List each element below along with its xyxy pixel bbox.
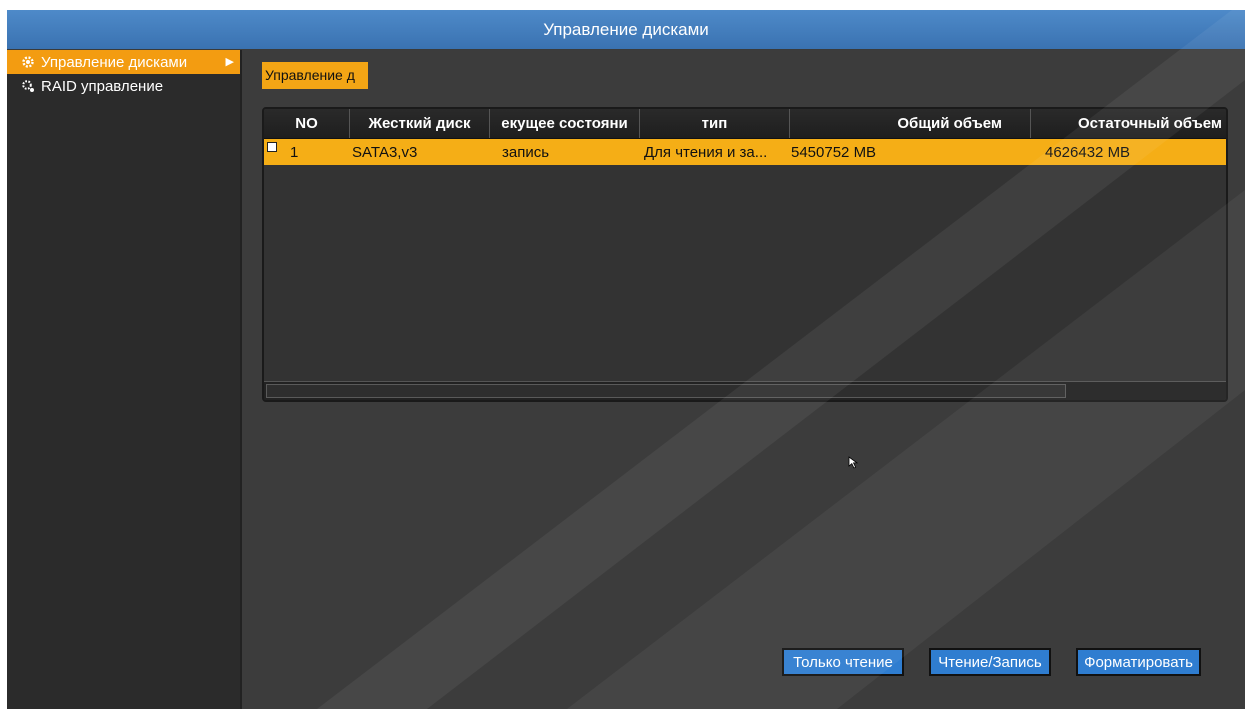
horizontal-scrollbar[interactable] (264, 381, 1226, 400)
read-only-button[interactable]: Только чтение (782, 648, 904, 676)
disk-management-window: Управление дисками Управление дисками ▶ … (7, 10, 1245, 709)
gears-icon (22, 80, 34, 92)
format-button[interactable]: Форматировать (1076, 648, 1201, 676)
sidebar-item-label: Управление дисками (41, 53, 188, 71)
scrollbar-thumb[interactable] (266, 384, 1066, 398)
cell-disk: SATA3,v3 (352, 143, 418, 161)
table-row[interactable]: 1 SATA3,v3 запись Для чтения и за... 545… (264, 139, 1226, 165)
column-header-remaining[interactable]: Остаточный объем (1031, 109, 1226, 138)
column-header-state[interactable]: екущее состояни (490, 109, 640, 138)
window-title: Управление дисками (7, 10, 1245, 49)
chevron-right-icon: ▶ (225, 56, 234, 68)
gear-icon (22, 56, 34, 68)
read-write-button[interactable]: Чтение/Запись (929, 648, 1051, 676)
sidebar-item-disk-management[interactable]: Управление дисками ▶ (7, 50, 240, 74)
column-header-disk[interactable]: Жесткий диск (350, 109, 490, 138)
row-checkbox[interactable] (267, 142, 277, 152)
main-content: Управление д NO Жесткий диск екущее сост… (242, 50, 1245, 709)
cell-total: 5450752 MB (791, 143, 877, 161)
column-header-total[interactable]: Общий объем (790, 109, 1031, 138)
column-header-type[interactable]: тип (640, 109, 790, 138)
tab-disk-management[interactable]: Управление д (262, 62, 368, 89)
disk-table: NO Жесткий диск екущее состояни тип Общи… (262, 107, 1228, 402)
table-header: NO Жесткий диск екущее состояни тип Общи… (264, 109, 1226, 139)
mouse-cursor-icon (848, 456, 859, 469)
sidebar: Управление дисками ▶ RAID управление (7, 50, 242, 709)
cell-state: запись (502, 143, 550, 161)
cell-remaining: 4626432 MB (1045, 143, 1131, 161)
column-header-no[interactable]: NO (264, 109, 350, 138)
sidebar-item-label: RAID управление (41, 77, 164, 95)
sidebar-item-raid[interactable]: RAID управление (7, 74, 240, 98)
cell-type: Для чтения и за... (644, 143, 768, 161)
